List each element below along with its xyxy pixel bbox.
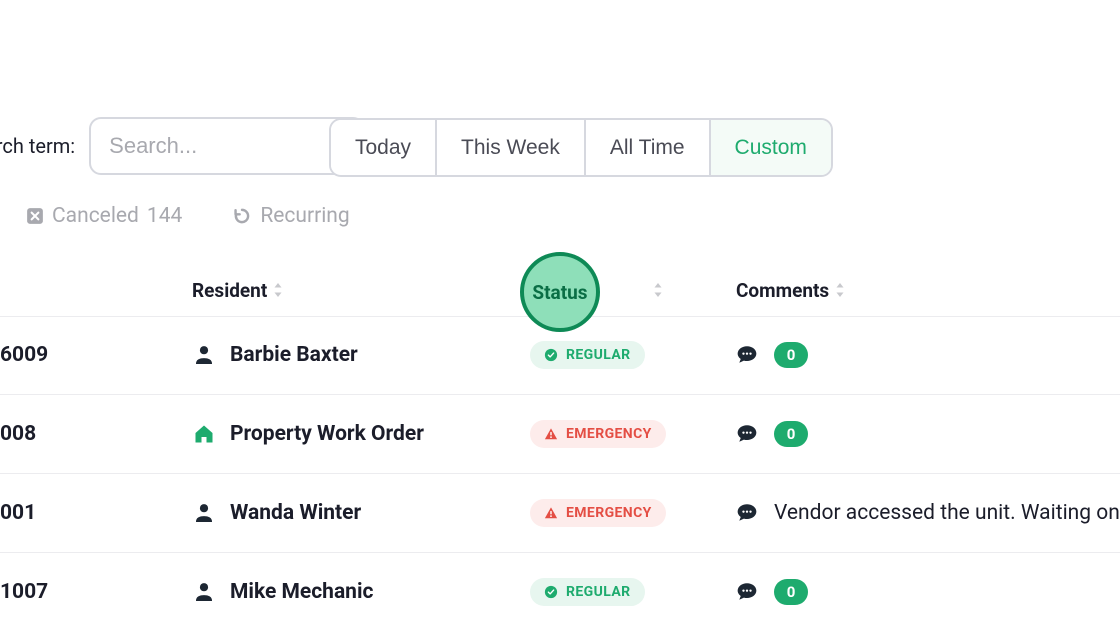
person-icon <box>192 343 216 367</box>
filter-canceled-label: Canceled <box>52 204 139 228</box>
table-row[interactable]: 1007 Mike Mechanic REGULAR 0 <box>0 553 1120 631</box>
status-badge-emergency: EMERGENCY <box>530 499 666 527</box>
column-header-resident[interactable]: Resident <box>192 279 283 302</box>
filter-canceled[interactable]: Canceled 144 <box>26 204 182 228</box>
check-badge-icon <box>544 348 558 362</box>
chat-icon[interactable] <box>736 502 758 524</box>
cell-resident: Mike Mechanic <box>192 580 373 604</box>
sort-icon <box>273 282 283 298</box>
cell-status: EMERGENCY <box>530 499 666 527</box>
filter-recurring[interactable]: Recurring <box>232 204 349 228</box>
search-label: search term: <box>0 134 75 158</box>
cell-status: EMERGENCY <box>530 420 666 448</box>
column-header-comments[interactable]: Comments <box>736 279 845 302</box>
cell-resident: Property Work Order <box>192 422 424 446</box>
search-input[interactable] <box>89 117 365 175</box>
comment-text: Vendor accessed the unit. Waiting on <box>774 501 1120 525</box>
resident-name: Property Work Order <box>230 422 424 446</box>
table-body: 6009 Barbie Baxter REGULAR 0 008 Property Wor… <box>0 316 1120 631</box>
recurring-icon <box>232 206 252 226</box>
chat-icon[interactable] <box>736 423 758 445</box>
check-badge-icon <box>544 585 558 599</box>
status-badge-regular: REGULAR <box>530 341 645 369</box>
cell-id: 6009 <box>0 343 48 367</box>
resident-name: Barbie Baxter <box>230 343 358 367</box>
person-icon <box>192 580 216 604</box>
status-label: EMERGENCY <box>566 505 652 521</box>
filter-canceled-count: 144 <box>147 204 182 228</box>
status-badge-regular: REGULAR <box>530 578 645 606</box>
sort-icon <box>835 282 845 298</box>
sort-icon <box>653 282 663 298</box>
table-row[interactable]: 008 Property Work Order EMERGENCY 0 <box>0 395 1120 474</box>
filter-recurring-label: Recurring <box>260 204 349 228</box>
comment-count-badge: 0 <box>774 579 808 605</box>
cell-id: 008 <box>0 422 36 446</box>
filter-custom[interactable]: Custom <box>711 120 831 175</box>
chat-icon[interactable] <box>736 581 758 603</box>
cell-status: REGULAR <box>530 341 645 369</box>
column-header-comments-label: Comments <box>736 279 829 302</box>
status-label: REGULAR <box>566 584 631 600</box>
resident-name: Mike Mechanic <box>230 580 373 604</box>
status-header-highlight: Status <box>520 252 600 332</box>
person-icon <box>192 501 216 525</box>
filter-all-time[interactable]: All Time <box>586 120 711 175</box>
status-label: REGULAR <box>566 347 631 363</box>
filter-today[interactable]: Today <box>331 120 437 175</box>
cell-id: 001 <box>0 501 36 525</box>
chat-icon[interactable] <box>736 344 758 366</box>
table-row[interactable]: 001 Wanda Winter EMERGENCY Vendor accessed … <box>0 474 1120 553</box>
comment-count-badge: 0 <box>774 421 808 447</box>
cell-status: REGULAR <box>530 578 645 606</box>
cell-resident: Wanda Winter <box>192 501 361 525</box>
date-range-filter: Today This Week All Time Custom <box>329 118 833 177</box>
cell-comments: 0 <box>736 342 808 368</box>
cell-comments: 0 <box>736 579 808 605</box>
cancel-icon <box>26 207 44 225</box>
warning-icon <box>544 427 558 441</box>
warning-icon <box>544 506 558 520</box>
cell-comments: 0 <box>736 421 808 447</box>
comment-count-badge: 0 <box>774 342 808 368</box>
cell-resident: Barbie Baxter <box>192 343 358 367</box>
cell-comments: Vendor accessed the unit. Waiting on <box>736 501 1120 525</box>
resident-name: Wanda Winter <box>230 501 361 525</box>
status-label: EMERGENCY <box>566 426 652 442</box>
status-header-highlight-label: Status <box>532 281 587 304</box>
status-badge-emergency: EMERGENCY <box>530 420 666 448</box>
home-icon <box>192 422 216 446</box>
cell-id: 1007 <box>0 580 48 604</box>
filter-this-week[interactable]: This Week <box>437 120 586 175</box>
column-header-resident-label: Resident <box>192 279 267 302</box>
